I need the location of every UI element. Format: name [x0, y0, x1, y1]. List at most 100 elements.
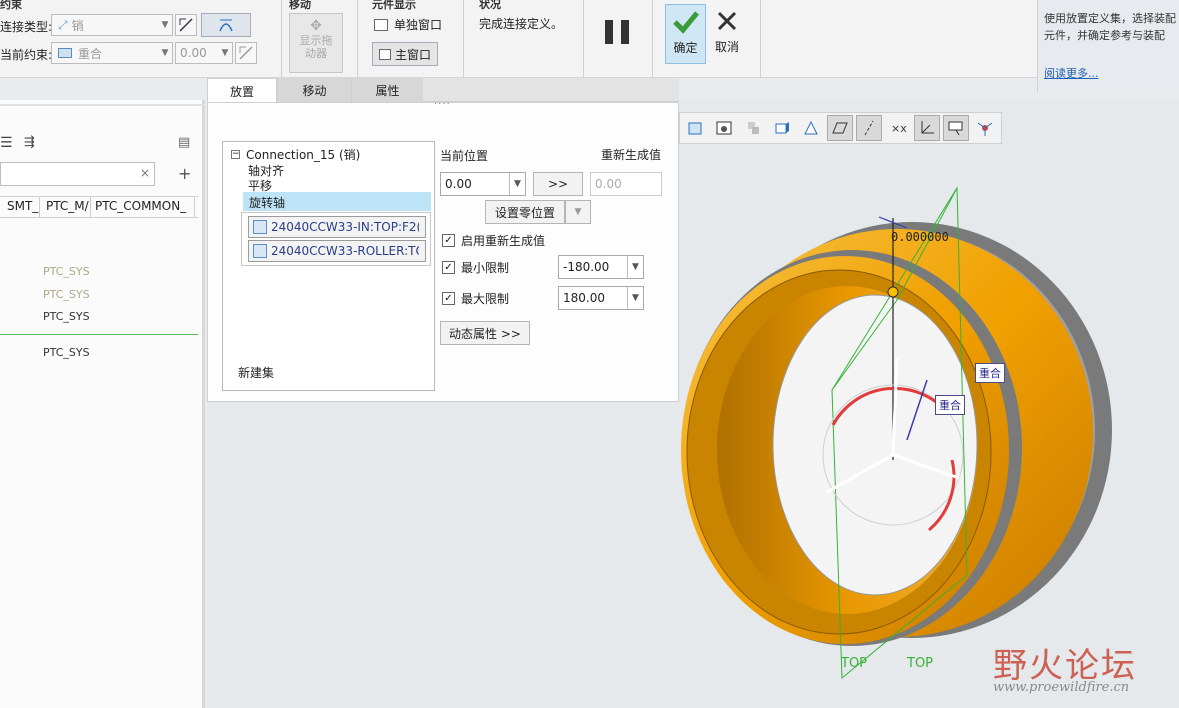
- divider: [0, 104, 205, 106]
- group-separator: [281, 0, 282, 78]
- spin-center-icon[interactable]: [972, 115, 998, 141]
- list-item[interactable]: PTC_SYS: [43, 346, 90, 359]
- view-manager-icon[interactable]: [769, 115, 795, 141]
- flip-offset-button[interactable]: [235, 42, 257, 64]
- tab-properties[interactable]: 属性: [351, 78, 423, 102]
- enable-regen-checkbox-row[interactable]: ✓ 启用重新生成值: [442, 232, 545, 249]
- tree-column-header: SMT_ PTC_M/ PTC_COMMON_: [0, 196, 198, 218]
- max-limit-checkbox[interactable]: ✓: [442, 292, 455, 305]
- clear-search-icon[interactable]: ×: [140, 166, 150, 180]
- list-item[interactable]: PTC_SYS: [43, 310, 90, 323]
- column-header[interactable]: PTC_M/: [40, 197, 91, 217]
- datum-axis-display-icon[interactable]: [856, 115, 882, 141]
- offset-select[interactable]: 0.00 ▼: [175, 42, 233, 64]
- tree-search-input[interactable]: ×: [0, 162, 155, 186]
- selected-constraint-label: 旋转轴: [249, 196, 286, 210]
- column-header[interactable]: PTC_COMMON_: [91, 197, 195, 217]
- group-separator: [583, 0, 584, 78]
- datum-plane-label: TOP: [841, 656, 868, 671]
- regen-value-input[interactable]: 0.00: [590, 172, 662, 196]
- show-dragger-label: 显示拖动器: [299, 34, 333, 60]
- perspective-icon[interactable]: [798, 115, 824, 141]
- current-position-input[interactable]: 0.00 ▼: [440, 172, 526, 196]
- display-style-icon[interactable]: [740, 115, 766, 141]
- reference-item[interactable]: 24040CCW33-IN:TOP:F2(: [248, 216, 426, 238]
- cancel-label: 取消: [714, 40, 739, 54]
- annotation-display-icon[interactable]: [943, 115, 969, 141]
- offset-value: 0.00: [180, 46, 207, 60]
- help-panel: 使用放置定义集，选择装配元件，并确定参考与装配 阅读更多...: [1037, 0, 1179, 93]
- dynamic-properties-button[interactable]: 动态属性 >>: [440, 321, 530, 345]
- regen-value: 0.00: [595, 177, 622, 191]
- ribbon: 约束 连接类型: ⤢ 销 ▼ 当前约束: 重合 ▼ 0.00 ▼ 移动 ✥ 显示…: [0, 0, 1179, 78]
- chevron-down-icon[interactable]: ▼: [627, 256, 643, 278]
- pause-button[interactable]: [605, 20, 629, 46]
- ok-button[interactable]: 确定: [665, 4, 706, 64]
- group-separator: [463, 0, 464, 78]
- settings-page-icon[interactable]: ▤: [178, 135, 190, 150]
- chevron-down-icon[interactable]: ▼: [509, 173, 525, 195]
- collapse-icon[interactable]: −: [231, 150, 240, 159]
- current-constraint-value: 重合: [78, 46, 103, 61]
- min-limit-checkbox[interactable]: ✓: [442, 261, 455, 274]
- show-dragger-button[interactable]: ✥ 显示拖动器: [289, 13, 343, 73]
- saved-views-icon[interactable]: [711, 115, 737, 141]
- chevron-down-icon[interactable]: ▼: [627, 287, 643, 309]
- group-separator: [652, 0, 653, 78]
- layers-icon[interactable]: ☰: [0, 135, 13, 151]
- min-limit-input[interactable]: -180.00 ▼: [558, 255, 644, 279]
- tab-move[interactable]: 移动: [277, 78, 351, 102]
- max-limit-input[interactable]: 180.00 ▼: [558, 286, 644, 310]
- max-limit-label: 最大限制: [461, 292, 510, 306]
- read-more-link[interactable]: 阅读更多...: [1044, 65, 1173, 81]
- connection-name: Connection_15 (销): [246, 148, 361, 162]
- set-zero-dropdown-button[interactable]: ▼: [565, 200, 591, 224]
- coincident-icon: [58, 48, 72, 58]
- group-separator: [357, 0, 358, 78]
- add-column-icon[interactable]: +: [178, 164, 191, 183]
- dragger-icon: ✥: [310, 18, 322, 34]
- connection-type-select[interactable]: ⤢ 销 ▼: [51, 14, 173, 36]
- ok-label: 确定: [673, 41, 698, 55]
- part-surface-icon: [253, 244, 267, 258]
- tab-placement[interactable]: 放置: [207, 78, 277, 103]
- list-item[interactable]: PTC_SYS: [43, 265, 90, 278]
- column-header[interactable]: SMT_: [0, 197, 40, 217]
- constraint-tag[interactable]: 重合: [935, 395, 965, 415]
- enable-regen-checkbox[interactable]: ✓: [442, 234, 455, 247]
- reference-text: 24040CCW33-IN:TOP:F2(: [271, 220, 419, 234]
- pause-icon: [605, 20, 629, 46]
- min-limit-checkbox-row[interactable]: ✓ 最小限制: [442, 259, 509, 276]
- datum-plane-display-icon[interactable]: [827, 115, 853, 141]
- separate-window-label: 单独窗口: [394, 18, 443, 32]
- close-icon: [717, 11, 737, 31]
- reference-list: 24040CCW33-IN:TOP:F2( 24040CCW33-ROLLER:…: [241, 212, 431, 266]
- datum-point-display-icon[interactable]: ×x: [885, 115, 911, 141]
- transfer-position-button[interactable]: >>: [533, 172, 583, 196]
- current-constraint-label: 当前约束:: [0, 48, 53, 62]
- reference-item[interactable]: 24040CCW33-ROLLER:TO: [248, 240, 426, 262]
- regen-value-label: 重新生成值: [601, 148, 662, 162]
- separate-window-button[interactable]: 单独窗口: [374, 16, 442, 33]
- pin-connection-icon: ⤢: [58, 17, 68, 32]
- window-icon: [378, 48, 391, 60]
- constraint-options-button[interactable]: [201, 13, 251, 37]
- tree-filter-icon[interactable]: ⇶: [24, 135, 35, 150]
- resize-grip-icon[interactable]: ····: [434, 99, 451, 110]
- max-limit-checkbox-row[interactable]: ✓ 最大限制: [442, 290, 509, 307]
- list-item[interactable]: PTC_SYS: [43, 288, 90, 301]
- new-set-link[interactable]: 新建集: [238, 364, 274, 381]
- chevron-down-icon: ▼: [161, 20, 169, 30]
- csys-display-icon[interactable]: [914, 115, 940, 141]
- constraint-group-title: 约束: [0, 0, 22, 11]
- cancel-button[interactable]: 取消: [708, 4, 746, 64]
- connection-node[interactable]: − Connection_15 (销): [231, 146, 360, 163]
- zoom-fit-icon[interactable]: [682, 115, 708, 141]
- current-constraint-select[interactable]: 重合 ▼: [51, 42, 173, 64]
- main-window-button[interactable]: 主窗口: [372, 42, 438, 66]
- set-zero-position-button[interactable]: 设置零位置: [485, 200, 565, 224]
- constraint-item-selected[interactable]: 旋转轴: [243, 192, 431, 211]
- min-limit-label: 最小限制: [461, 261, 510, 275]
- flip-constraint-button[interactable]: [175, 14, 197, 36]
- constraint-tag[interactable]: 重合: [975, 363, 1005, 383]
